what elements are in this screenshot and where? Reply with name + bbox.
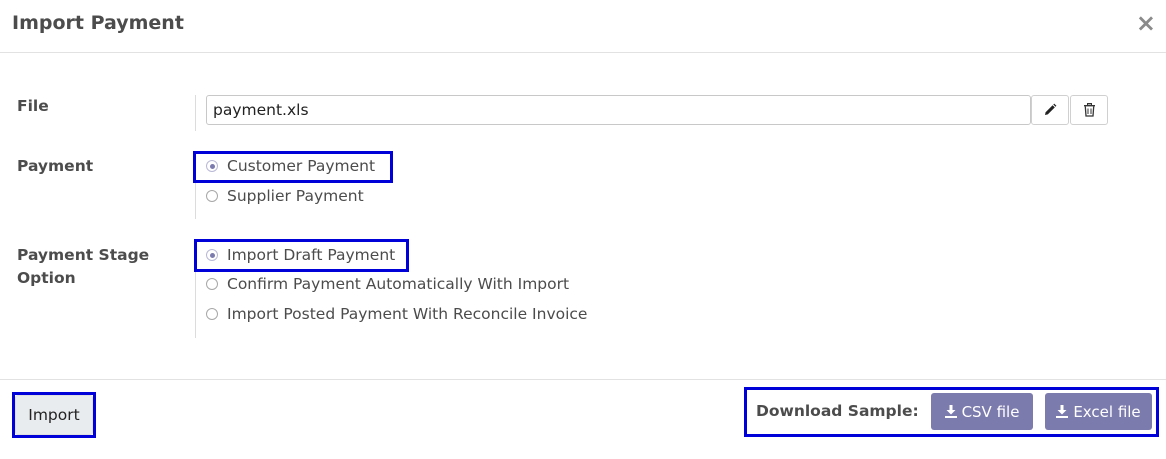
divider — [195, 240, 196, 338]
radio-label: Confirm Payment Automatically With Impor… — [227, 275, 570, 293]
radio-label: Supplier Payment — [227, 187, 364, 205]
radio-customer-payment[interactable]: Customer Payment — [206, 154, 375, 178]
radio-button[interactable] — [206, 249, 218, 261]
stage-label-line2: Option — [17, 269, 76, 287]
download-icon — [1056, 405, 1069, 418]
import-button[interactable]: Import — [15, 395, 93, 435]
download-icon — [944, 405, 957, 418]
payment-label: Payment — [17, 157, 94, 175]
radio-button[interactable] — [206, 308, 218, 320]
csv-file-button[interactable]: CSV file — [931, 393, 1033, 430]
excel-file-label: Excel file — [1073, 402, 1141, 421]
radio-import-draft[interactable]: Import Draft Payment — [206, 243, 395, 267]
close-icon[interactable]: × — [1136, 8, 1156, 38]
radio-button[interactable] — [206, 278, 218, 290]
dialog-title: Import Payment — [12, 12, 184, 34]
csv-file-label: CSV file — [961, 402, 1020, 421]
radio-label: Import Draft Payment — [227, 246, 396, 264]
excel-file-button[interactable]: Excel file — [1045, 393, 1152, 430]
divider — [195, 95, 196, 131]
edit-file-button[interactable] — [1031, 95, 1069, 125]
delete-file-button[interactable] — [1070, 95, 1108, 125]
stage-label-line1: Payment Stage — [17, 246, 150, 264]
radio-label: Import Posted Payment With Reconcile Inv… — [227, 305, 588, 323]
radio-confirm-auto[interactable]: Confirm Payment Automatically With Impor… — [206, 272, 569, 296]
radio-label: Customer Payment — [227, 157, 376, 175]
download-sample-label: Download Sample: — [756, 402, 919, 420]
radio-supplier-payment[interactable]: Supplier Payment — [206, 184, 364, 208]
file-label: File — [17, 97, 49, 115]
trash-icon — [1083, 103, 1095, 117]
divider — [195, 152, 196, 219]
radio-import-posted[interactable]: Import Posted Payment With Reconcile Inv… — [206, 302, 587, 326]
radio-button[interactable] — [206, 190, 218, 202]
radio-button[interactable] — [206, 160, 218, 172]
pencil-icon — [1045, 103, 1057, 115]
file-name-field[interactable]: payment.xls — [206, 95, 1031, 125]
dialog-header: Import Payment × — [0, 0, 1166, 53]
